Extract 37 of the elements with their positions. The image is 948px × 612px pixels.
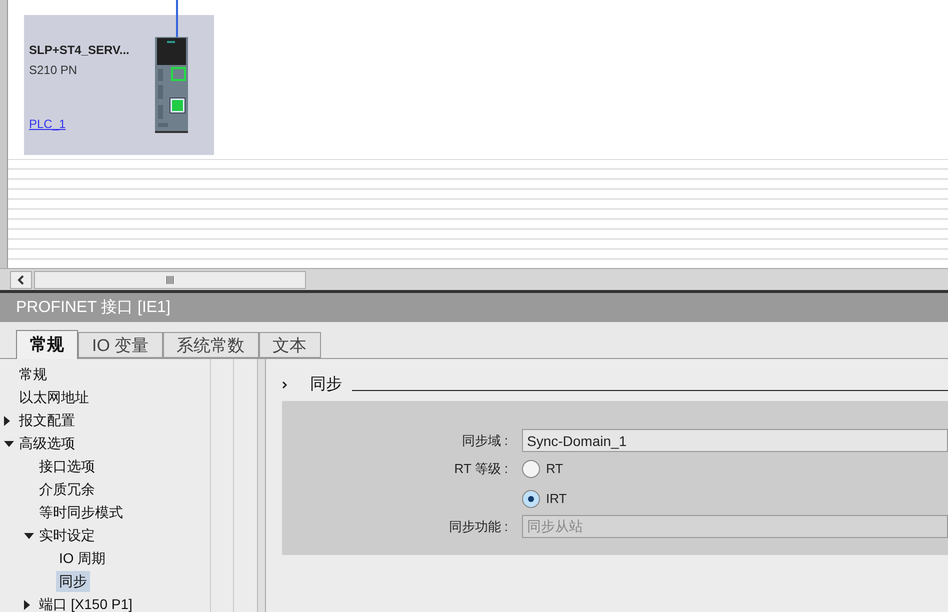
tree-item[interactable]: 端口 [X150 P1]: [36, 594, 136, 612]
network-line: [176, 0, 178, 37]
tree-item[interactable]: 以太网地址: [16, 387, 92, 408]
field-label: RT 等级 :: [453, 460, 509, 478]
expanded-icon[interactable]: [4, 438, 16, 448]
chevron-icon[interactable]: [282, 381, 288, 389]
section-title: 同步: [310, 374, 342, 395]
tree-item[interactable]: 介质冗余: [36, 479, 98, 500]
radio-button[interactable]: [522, 490, 540, 508]
field-label: 同步功能 :: [448, 518, 509, 536]
panel-title: PROFINET 接口 [IE1]: [16, 298, 170, 318]
tree-item[interactable]: 高级选项: [16, 433, 78, 454]
radio-label: IRT: [546, 490, 567, 508]
drive-module-icon: [155, 37, 188, 133]
tree-item[interactable]: 等时同步模式: [36, 502, 126, 523]
scroll-thumb[interactable]: [34, 270, 306, 288]
radio-label: RT: [546, 460, 564, 478]
device-type: S210 PN: [29, 62, 78, 79]
device-card[interactable]: SLP+ST4_SERV... S210 PN PLC_1: [24, 15, 214, 155]
tree-item[interactable]: 实时设定: [36, 525, 98, 546]
device-name: SLP+ST4_SERV...: [29, 42, 130, 59]
tree-item[interactable]: 同步: [56, 571, 90, 592]
tab[interactable]: 系统常数: [162, 332, 259, 358]
tab[interactable]: 文本: [258, 332, 321, 358]
tab[interactable]: 常规: [16, 330, 78, 359]
horizontal-scrollbar[interactable]: [0, 268, 948, 290]
radio-button[interactable]: [522, 460, 540, 478]
tab[interactable]: IO 变量: [78, 332, 163, 358]
text-field[interactable]: Sync-Domain_1: [522, 429, 948, 452]
expanded-icon[interactable]: [24, 530, 36, 540]
tree-item[interactable]: 常规: [16, 364, 50, 385]
field-label: 同步域 :: [460, 432, 509, 450]
tree-item[interactable]: IO 周期: [56, 548, 109, 569]
tree-item[interactable]: 接口选项: [36, 456, 98, 477]
plc-link[interactable]: PLC_1: [29, 115, 66, 133]
scroll-left-icon[interactable]: [10, 270, 32, 288]
tree-item[interactable]: 报文配置: [16, 410, 78, 431]
